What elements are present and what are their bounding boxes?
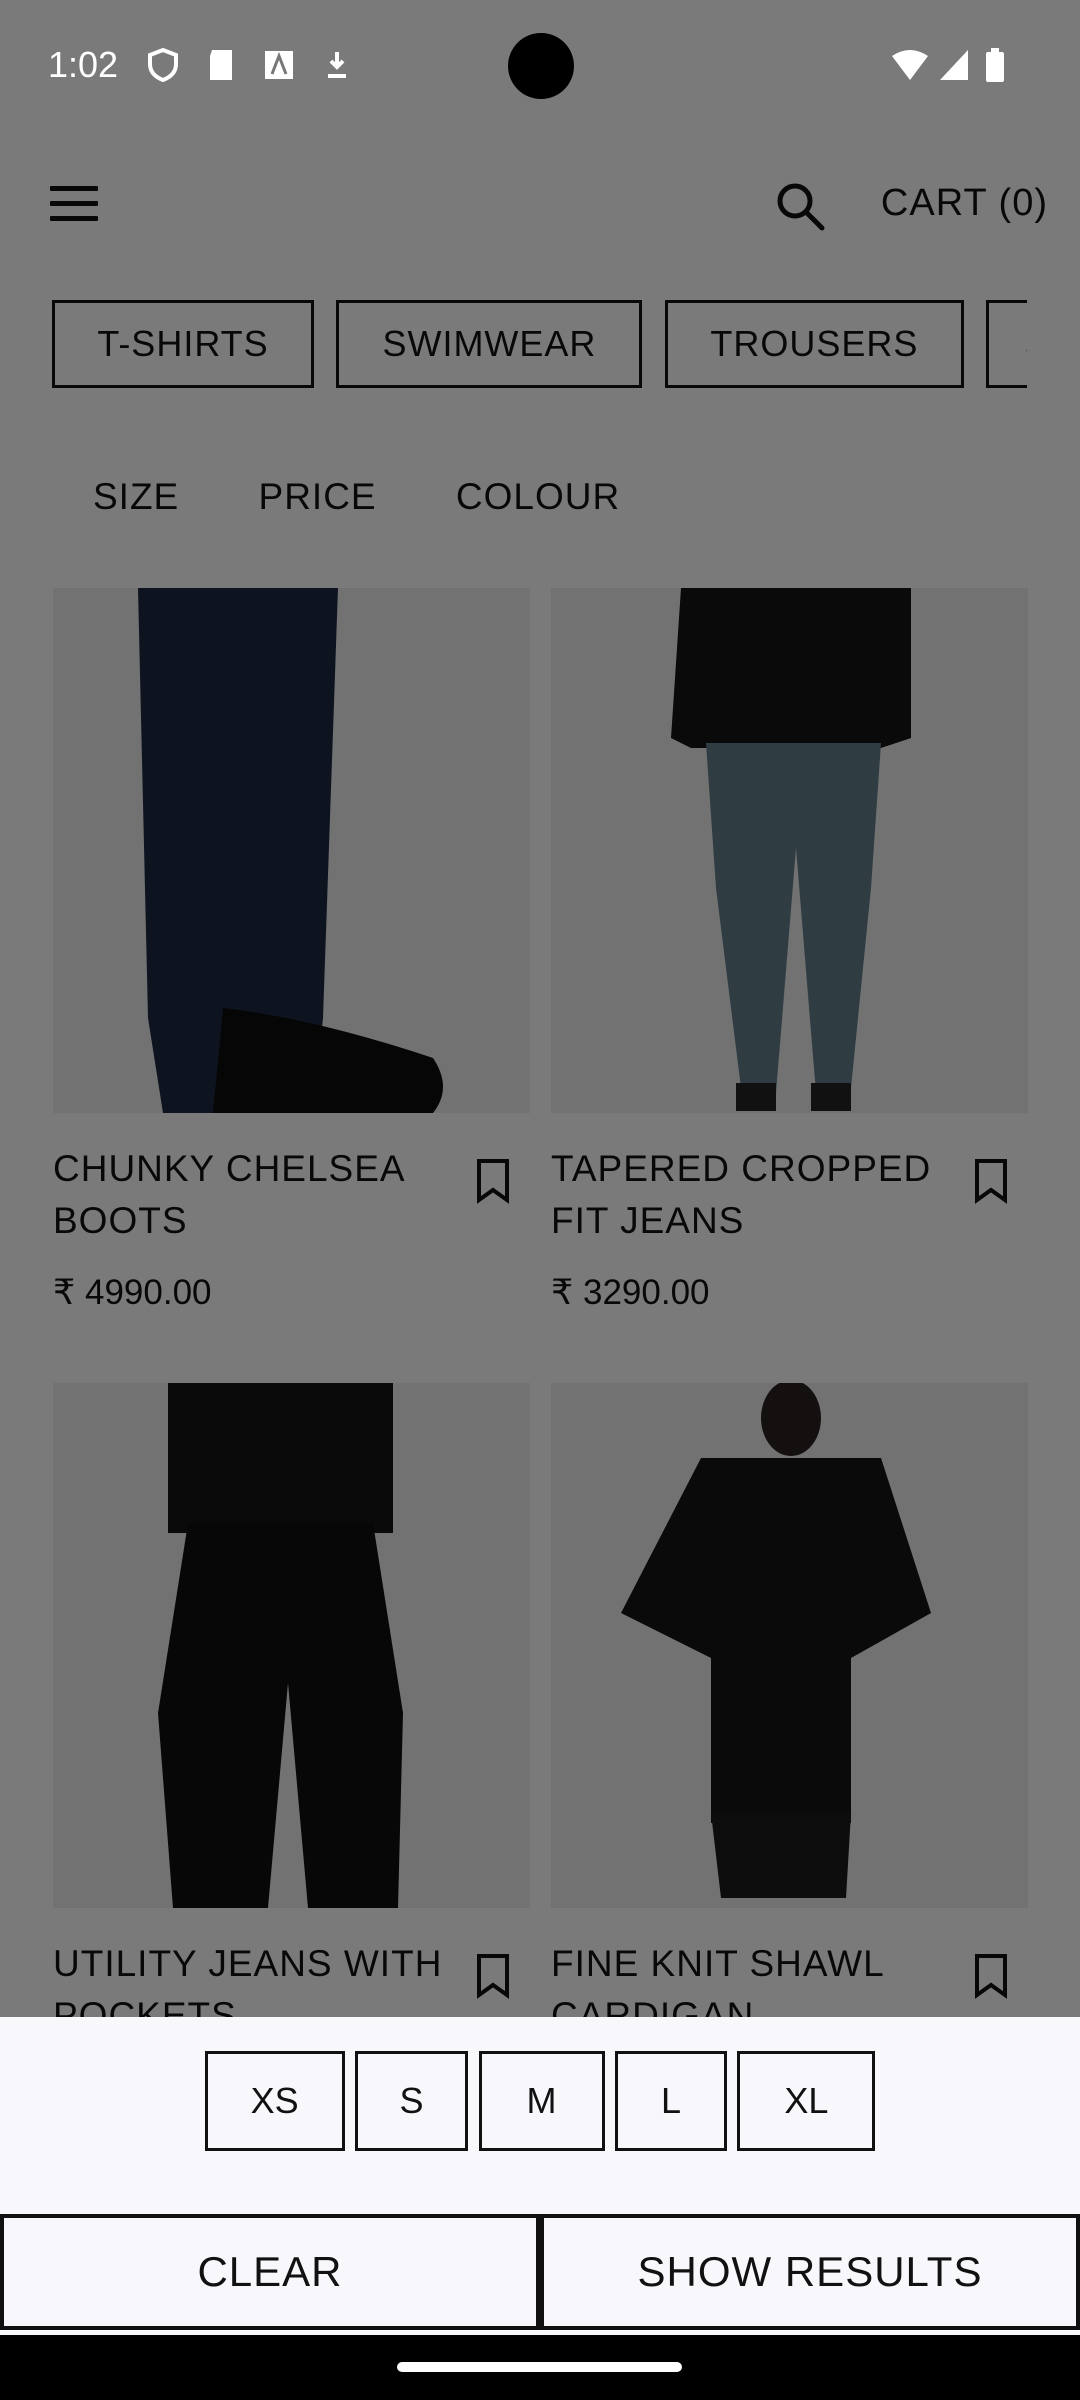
size-option-l[interactable]: L — [614, 2051, 727, 2151]
sd-card-icon — [210, 50, 232, 80]
modal-scrim[interactable] — [0, 0, 1080, 2017]
status-time: 1:02 — [48, 44, 119, 85]
clear-button[interactable]: CLEAR — [0, 2214, 540, 2330]
sheet-actions: CLEAR SHOW RESULTS — [0, 2214, 1080, 2330]
camera-cutout — [508, 33, 574, 99]
download-icon — [328, 52, 346, 78]
size-option-m[interactable]: M — [478, 2051, 605, 2151]
font-icon — [265, 51, 293, 79]
size-option-s[interactable]: S — [355, 2051, 469, 2151]
shield-icon — [148, 48, 178, 82]
size-options: XS S M L XL — [0, 2051, 1080, 2151]
signal-icon — [940, 50, 968, 80]
show-results-button[interactable]: SHOW RESULTS — [540, 2214, 1080, 2330]
wifi-icon — [892, 50, 928, 80]
home-handle[interactable] — [397, 2362, 682, 2372]
size-option-xs[interactable]: XS — [204, 2051, 345, 2151]
size-option-xl[interactable]: XL — [737, 2051, 876, 2151]
battery-icon — [986, 48, 1004, 82]
size-filter-sheet: XS S M L XL CLEAR SHOW RESULTS — [0, 2017, 1080, 2335]
